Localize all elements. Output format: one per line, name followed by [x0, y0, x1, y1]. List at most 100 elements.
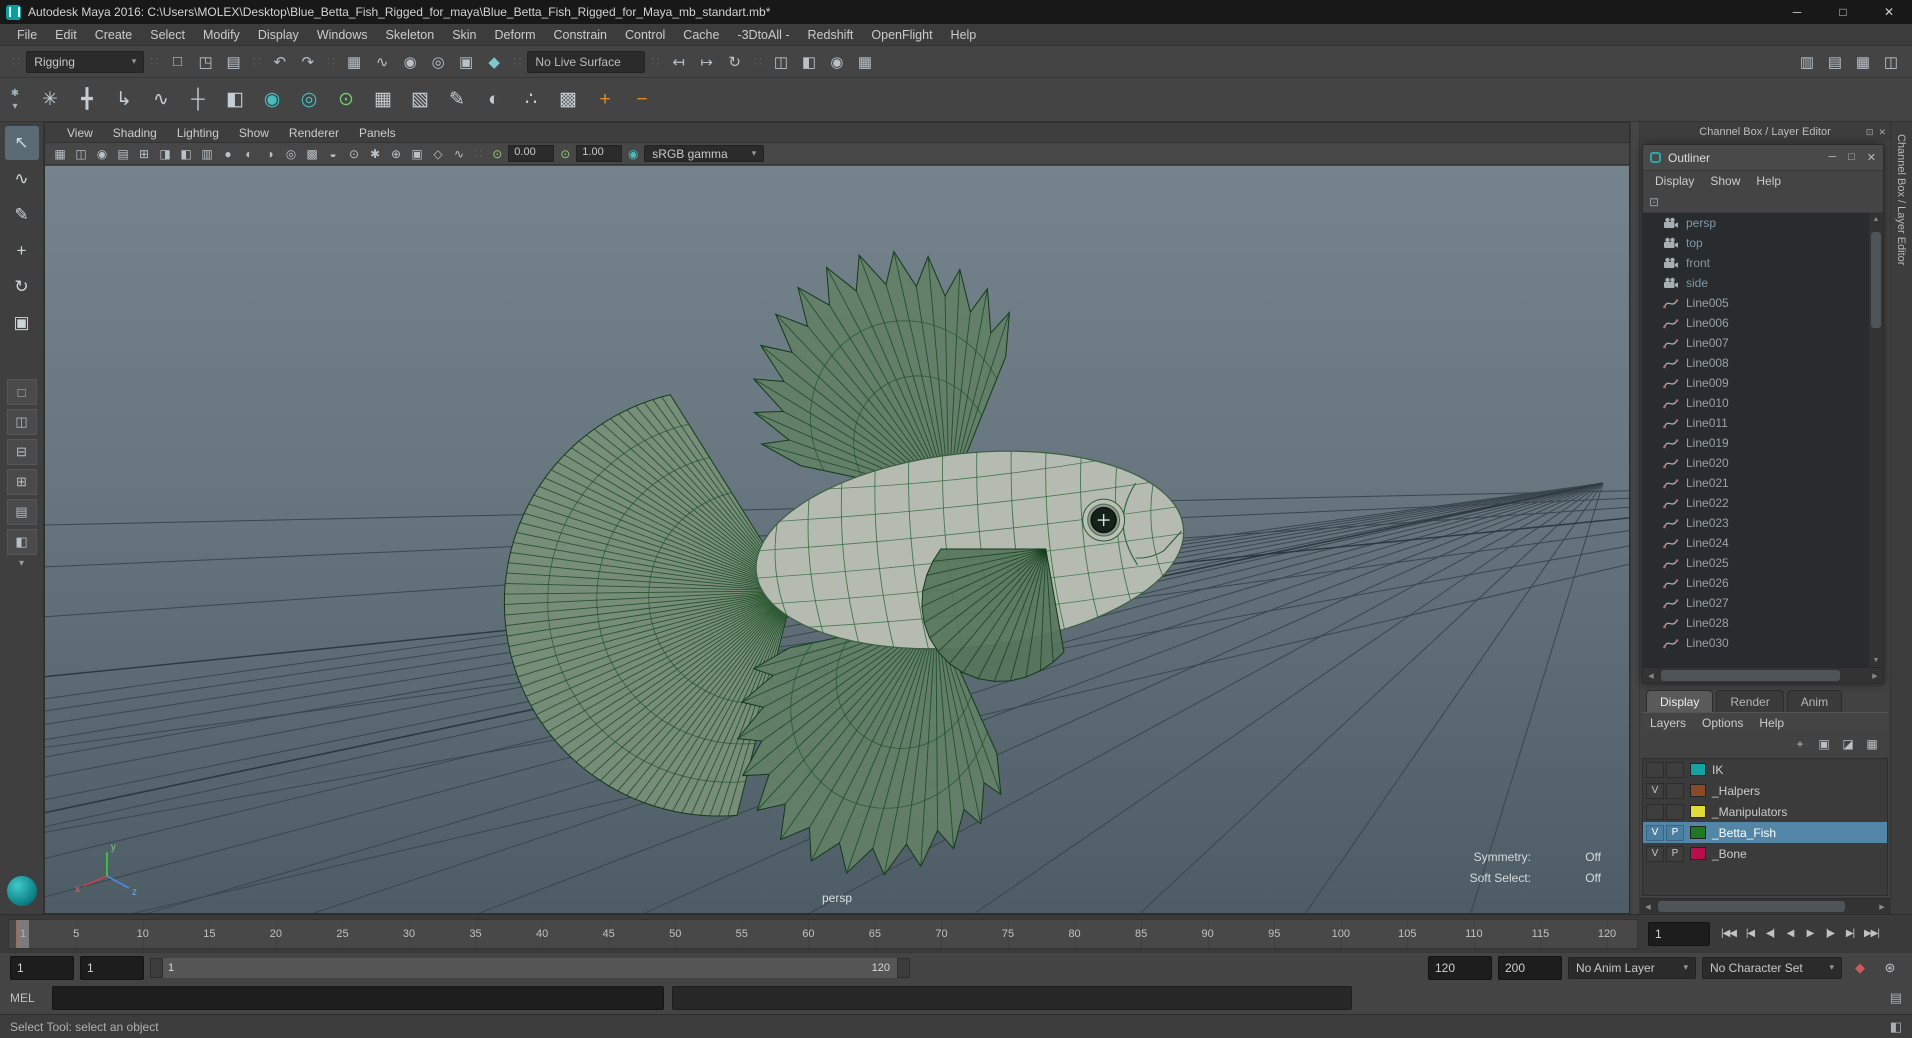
layer-color-swatch[interactable]	[1690, 763, 1706, 776]
menu-windows[interactable]: Windows	[308, 28, 377, 42]
insert-joint-icon[interactable]: ┼	[180, 82, 216, 118]
menu-skeleton[interactable]: Skeleton	[377, 28, 444, 42]
layer-options-icon[interactable]: ▦	[1862, 735, 1882, 753]
ik-handle-icon[interactable]: ↳	[106, 82, 142, 118]
gamma-toggle-icon[interactable]: ⊙	[555, 145, 575, 163]
select-camera-icon[interactable]: ▦	[50, 145, 70, 163]
menu-set-selector[interactable]: Rigging ▾	[26, 50, 145, 73]
outliner-item-persp[interactable]: persp	[1643, 213, 1868, 233]
scroll-up-icon[interactable]: ▲	[1869, 213, 1883, 226]
viewport-canvas[interactable]: x y z persp Symmetry: Off Soft Select: Off	[45, 166, 1629, 913]
ipr-render-icon[interactable]: ◉	[824, 49, 850, 75]
make-live-icon[interactable]: ◆	[481, 49, 507, 75]
menu-redshift[interactable]: Redshift	[799, 28, 863, 42]
scrollbar-thumb[interactable]	[1871, 232, 1881, 328]
outliner-item-line030[interactable]: Line030	[1643, 633, 1868, 653]
animation-preferences-button[interactable]: ⊛	[1878, 956, 1902, 980]
menu-edit[interactable]: Edit	[46, 28, 86, 42]
scroll-right-icon[interactable]: ▶	[1867, 672, 1883, 680]
snowflake-icon[interactable]: ✳	[32, 82, 68, 118]
go-to-start-button[interactable]: |◀◀	[1718, 921, 1739, 947]
textured-icon[interactable]: ✱	[365, 145, 385, 163]
gamma-field[interactable]: 1.00	[576, 145, 623, 162]
paint-select-tool-button[interactable]: ✎	[5, 198, 39, 232]
scroll-left-icon[interactable]: ◀	[1640, 903, 1656, 911]
menu-skin[interactable]: Skin	[443, 28, 485, 42]
shelf-tab-gear-icon[interactable]: ✱	[11, 88, 19, 99]
outliner-horizontal-scrollbar[interactable]: ◀ ▶	[1643, 667, 1883, 683]
create-empty-layer-icon[interactable]: +	[1790, 735, 1810, 753]
layer-visibility-cell[interactable]	[1646, 803, 1664, 820]
image-plane-icon[interactable]: ⊞	[134, 145, 154, 163]
lasso-tool-button[interactable]: ∿	[5, 162, 39, 196]
menu-control[interactable]: Control	[616, 28, 674, 42]
snap-view-plane-icon[interactable]: ▣	[453, 49, 479, 75]
gate-mask-icon[interactable]: ●	[218, 145, 238, 163]
panel-layout-icon[interactable]: ◫	[1878, 49, 1904, 75]
layer-menu-options[interactable]: Options	[1694, 716, 1751, 730]
save-scene-icon[interactable]: ▤	[221, 49, 247, 75]
scene-3d-view[interactable]: x y z	[45, 166, 1629, 913]
bind-skin-icon[interactable]: ▦	[365, 82, 401, 118]
film-gate-icon[interactable]: ◧	[176, 145, 196, 163]
layer-playback-cell[interactable]	[1666, 761, 1684, 778]
separator-grip[interactable]: ∷	[754, 54, 762, 70]
menu-constrain[interactable]: Constrain	[545, 28, 617, 42]
outliner-vertical-scrollbar[interactable]: ▲ ▼	[1868, 213, 1883, 667]
outliner-item-line011[interactable]: Line011	[1643, 413, 1868, 433]
separator-grip[interactable]: ∷	[474, 146, 482, 162]
hik-control-icon[interactable]: ⊙	[328, 82, 364, 118]
outliner-item-line009[interactable]: Line009	[1643, 373, 1868, 393]
layout-two-pane-side-button[interactable]: ◫	[6, 409, 37, 435]
animation-end-field[interactable]	[1498, 955, 1562, 980]
menu-file[interactable]: File	[8, 28, 46, 42]
detach-skin-icon[interactable]: ▧	[402, 82, 438, 118]
viewport-menu-show[interactable]: Show	[229, 126, 279, 140]
maximize-button[interactable]: □	[1820, 0, 1866, 24]
layer-visibility-cell[interactable]: V	[1646, 845, 1664, 862]
play-forwards-button[interactable]: ▶	[1801, 921, 1819, 947]
resolution-gate-icon[interactable]: ▥	[197, 145, 217, 163]
open-render-view-icon[interactable]: ◫	[768, 49, 794, 75]
outliner-item-line028[interactable]: Line028	[1643, 613, 1868, 633]
live-surface-field[interactable]: No Live Surface	[527, 50, 646, 73]
view-transform-dropdown[interactable]: sRGB gamma ▾	[644, 145, 765, 162]
outliner-item-side[interactable]: side	[1643, 273, 1868, 293]
layer-visibility-cell[interactable]: V	[1646, 782, 1664, 799]
construction-history-icon[interactable]: ↻	[722, 49, 748, 75]
view-grid-icon[interactable]: ◨	[155, 145, 175, 163]
help-line-toggle-icon[interactable]: ◧	[1890, 1019, 1902, 1035]
camera-attributes-icon[interactable]: ◉	[92, 145, 112, 163]
outliner-menu-display[interactable]: Display	[1647, 174, 1702, 188]
layer-horizontal-scrollbar[interactable]: ◀ ▶	[1640, 898, 1890, 914]
separator-grip[interactable]: ∷	[513, 54, 521, 70]
ik-spline-icon[interactable]: ∿	[143, 82, 179, 118]
output-connections-icon[interactable]: ↦	[694, 49, 720, 75]
outliner-menu-show[interactable]: Show	[1702, 174, 1748, 188]
channel-box-header[interactable]: Channel Box / Layer Editor ⊡ ✕	[1640, 122, 1890, 142]
hik-skeleton-icon[interactable]: ◎	[291, 82, 327, 118]
step-forward-frame-button[interactable]: ▶|	[1841, 921, 1859, 947]
safe-title-icon[interactable]: ◎	[281, 145, 301, 163]
scroll-down-icon[interactable]: ▼	[1869, 654, 1883, 667]
go-to-end-button[interactable]: ▶▶|	[1861, 921, 1882, 947]
outliner-item-line008[interactable]: Line008	[1643, 353, 1868, 373]
current-time-marker[interactable]	[16, 919, 29, 948]
layer-color-swatch[interactable]	[1690, 847, 1706, 860]
menu-cache[interactable]: Cache	[674, 28, 728, 42]
wireframe-icon[interactable]: ◒	[323, 145, 343, 163]
command-line-result-field[interactable]	[672, 986, 1352, 1010]
remove-influence-icon[interactable]: −	[624, 82, 660, 118]
isolate-select-icon[interactable]: ▩	[302, 145, 322, 163]
outliner-close-button[interactable]: ✕	[1867, 151, 1876, 164]
tool-settings-toggle-icon[interactable]: ▤	[1822, 49, 1848, 75]
cluster-icon[interactable]: ∴	[513, 82, 549, 118]
separator-grip[interactable]: ∷	[327, 54, 335, 70]
exposure-field[interactable]: 0.00	[508, 145, 555, 162]
shaded-icon[interactable]: ⊙	[344, 145, 364, 163]
render-settings-icon[interactable]: ▦	[852, 49, 878, 75]
create-layer-from-selected-icon[interactable]: ▣	[1814, 735, 1834, 753]
close-icon[interactable]: ✕	[1878, 127, 1886, 138]
command-line-language-toggle[interactable]: MEL	[10, 991, 44, 1005]
lock-camera-icon[interactable]: ◫	[71, 145, 91, 163]
